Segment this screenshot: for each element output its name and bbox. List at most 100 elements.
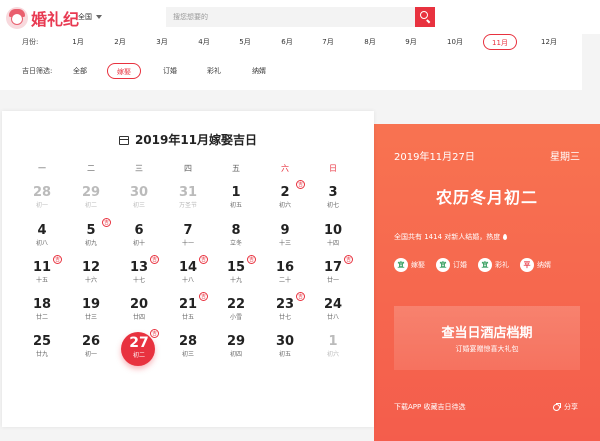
hotel-promo-banner[interactable]: 查当日酒店档期 订婚宴赠惊喜大礼包	[394, 306, 580, 370]
calendar-day[interactable]: 12 十六	[73, 258, 109, 294]
lunar-day: 初二	[84, 202, 97, 209]
weekday-header: 三	[135, 164, 143, 173]
calendar-day[interactable]: 21 廿五吉	[170, 292, 208, 331]
weekday-header: 五	[232, 164, 240, 173]
share-icon	[553, 402, 561, 411]
month-option[interactable]: 1月	[67, 34, 89, 50]
month-option[interactable]: 8月	[359, 34, 381, 50]
calendar-day[interactable]: 3 初七	[315, 183, 351, 219]
month-filter-label: 月份:	[22, 38, 39, 46]
calendar-day[interactable]: 28 初三	[170, 332, 206, 368]
calendar-day[interactable]: 29 初四	[218, 332, 254, 368]
calendar-title-text: 2019年11月嫁娶吉日	[134, 133, 258, 147]
calendar-day[interactable]: 5 初九吉	[73, 218, 111, 257]
calendar-day[interactable]: 31 万圣节	[170, 183, 206, 219]
lunar-day: 廿七	[278, 314, 291, 321]
type-option[interactable]: 订婚	[159, 63, 181, 79]
day-number: 1	[328, 334, 338, 349]
month-option[interactable]: 9月	[400, 34, 422, 50]
type-option-selected[interactable]: 嫁娶	[107, 63, 141, 79]
calendar-day[interactable]: 16 二十	[267, 258, 303, 294]
city-selector[interactable]: 全国	[78, 12, 102, 22]
calendar-day[interactable]: 1 初五	[218, 183, 254, 219]
lunar-date: 农历冬月初二	[435, 188, 538, 207]
day-number: 19	[81, 297, 101, 312]
month-option[interactable]: 12月	[536, 34, 562, 50]
lunar-day: 二十	[278, 277, 291, 284]
month-option[interactable]: 2月	[109, 34, 131, 50]
weekday-header: 四	[184, 164, 192, 173]
lunar-day: 初七	[326, 202, 339, 209]
download-app-link[interactable]: 下载APP 收藏吉日待选	[394, 402, 465, 412]
calendar-day[interactable]: 9 十三	[267, 221, 303, 257]
calendar-day[interactable]: 2 初六吉	[267, 180, 305, 219]
calendar-day[interactable]: 22 小雪	[218, 295, 254, 331]
auspicious-mark: 吉	[247, 255, 256, 264]
month-option[interactable]: 6月	[276, 34, 298, 50]
month-option[interactable]: 7月	[317, 34, 339, 50]
weekday-header: 一	[38, 164, 46, 173]
type-filter-row: 吉日筛选: 全部 嫁娶 订婚 彩礼 纳婿	[22, 63, 322, 79]
tag-item: 宜彩礼	[478, 258, 509, 272]
search-input[interactable]: 搜您想要的	[166, 7, 415, 27]
month-option-selected[interactable]: 11月	[483, 34, 517, 50]
month-option[interactable]: 5月	[234, 34, 256, 50]
bride-logo-icon	[6, 7, 28, 29]
calendar-day[interactable]: 6 初十	[121, 221, 157, 257]
calendar-day[interactable]: 15 十九吉	[218, 255, 256, 294]
lunar-day: 初一	[35, 202, 48, 209]
search-bar: 搜您想要的	[166, 7, 435, 27]
calendar-day[interactable]: 30 初三	[121, 183, 157, 219]
neutral-badge: 平	[520, 258, 534, 272]
calendar-day[interactable]: 4 初八	[24, 221, 60, 257]
auspicious-mark: 吉	[296, 180, 305, 189]
calendar-day[interactable]: 8 立冬	[218, 221, 254, 257]
day-number: 9	[280, 223, 290, 238]
weekday-header-weekend: 日	[329, 164, 337, 173]
share-button[interactable]: 分享	[553, 402, 578, 412]
type-option[interactable]: 彩礼	[203, 63, 225, 79]
day-number: 22	[226, 297, 246, 312]
type-option-all[interactable]: 全部	[69, 63, 91, 79]
day-number: 8	[231, 223, 241, 238]
logo[interactable]: 婚礼纪	[6, 6, 79, 30]
city-label: 全国	[78, 13, 92, 21]
tag-item: 宜嫁娶	[394, 258, 425, 272]
calendar-day[interactable]: 28 初一	[24, 183, 60, 219]
type-option[interactable]: 纳婿	[248, 63, 270, 79]
month-option[interactable]: 4月	[193, 34, 215, 50]
calendar-day[interactable]: 17 廿一吉	[315, 255, 353, 294]
wedding-stats-text: 全国共有 1414 对新人结婚，热度	[394, 233, 501, 241]
month-option[interactable]: 10月	[442, 34, 468, 50]
calendar-day[interactable]: 11 十五吉	[24, 255, 62, 294]
lunar-day: 初五	[229, 202, 242, 209]
lunar-day: 初八	[35, 240, 48, 247]
lunar-day: 立冬	[229, 240, 242, 247]
calendar-day[interactable]: 14 十八吉	[170, 255, 208, 294]
logo-text: 婚礼纪	[31, 10, 80, 29]
calendar-day[interactable]: 1 初六	[315, 332, 351, 368]
calendar-day[interactable]: 10 十四	[315, 221, 351, 257]
lunar-day: 十五	[35, 277, 48, 284]
calendar-day[interactable]: 25 廿九	[24, 332, 60, 368]
month-option[interactable]: 3月	[151, 34, 173, 50]
calendar-day[interactable]: 23 廿七吉	[267, 292, 305, 331]
search-button[interactable]	[415, 7, 435, 27]
auspicious-mark: 吉	[150, 329, 159, 338]
calendar-day[interactable]: 26 初一	[73, 332, 109, 368]
calendar-day[interactable]: 30 初五	[267, 332, 303, 368]
lunar-day: 十八	[181, 277, 194, 284]
tag-item: 宜订婚	[436, 258, 467, 272]
calendar-day[interactable]: 20 廿四	[121, 295, 157, 331]
day-number: 28	[178, 334, 198, 349]
lunar-day: 十一	[181, 240, 194, 247]
top-header: 婚礼纪 全国 搜您想要的	[0, 0, 600, 34]
calendar-day-today[interactable]: 27 初二吉	[121, 329, 159, 368]
calendar-day[interactable]: 24 廿八	[315, 295, 351, 331]
calendar-day[interactable]: 29 初二	[73, 183, 109, 219]
fire-icon	[503, 234, 508, 240]
calendar-day[interactable]: 19 廿三	[73, 295, 109, 331]
calendar-day[interactable]: 18 廿二	[24, 295, 60, 331]
calendar-day[interactable]: 13 十七吉	[121, 255, 159, 294]
calendar-day[interactable]: 7 十一	[170, 221, 206, 257]
